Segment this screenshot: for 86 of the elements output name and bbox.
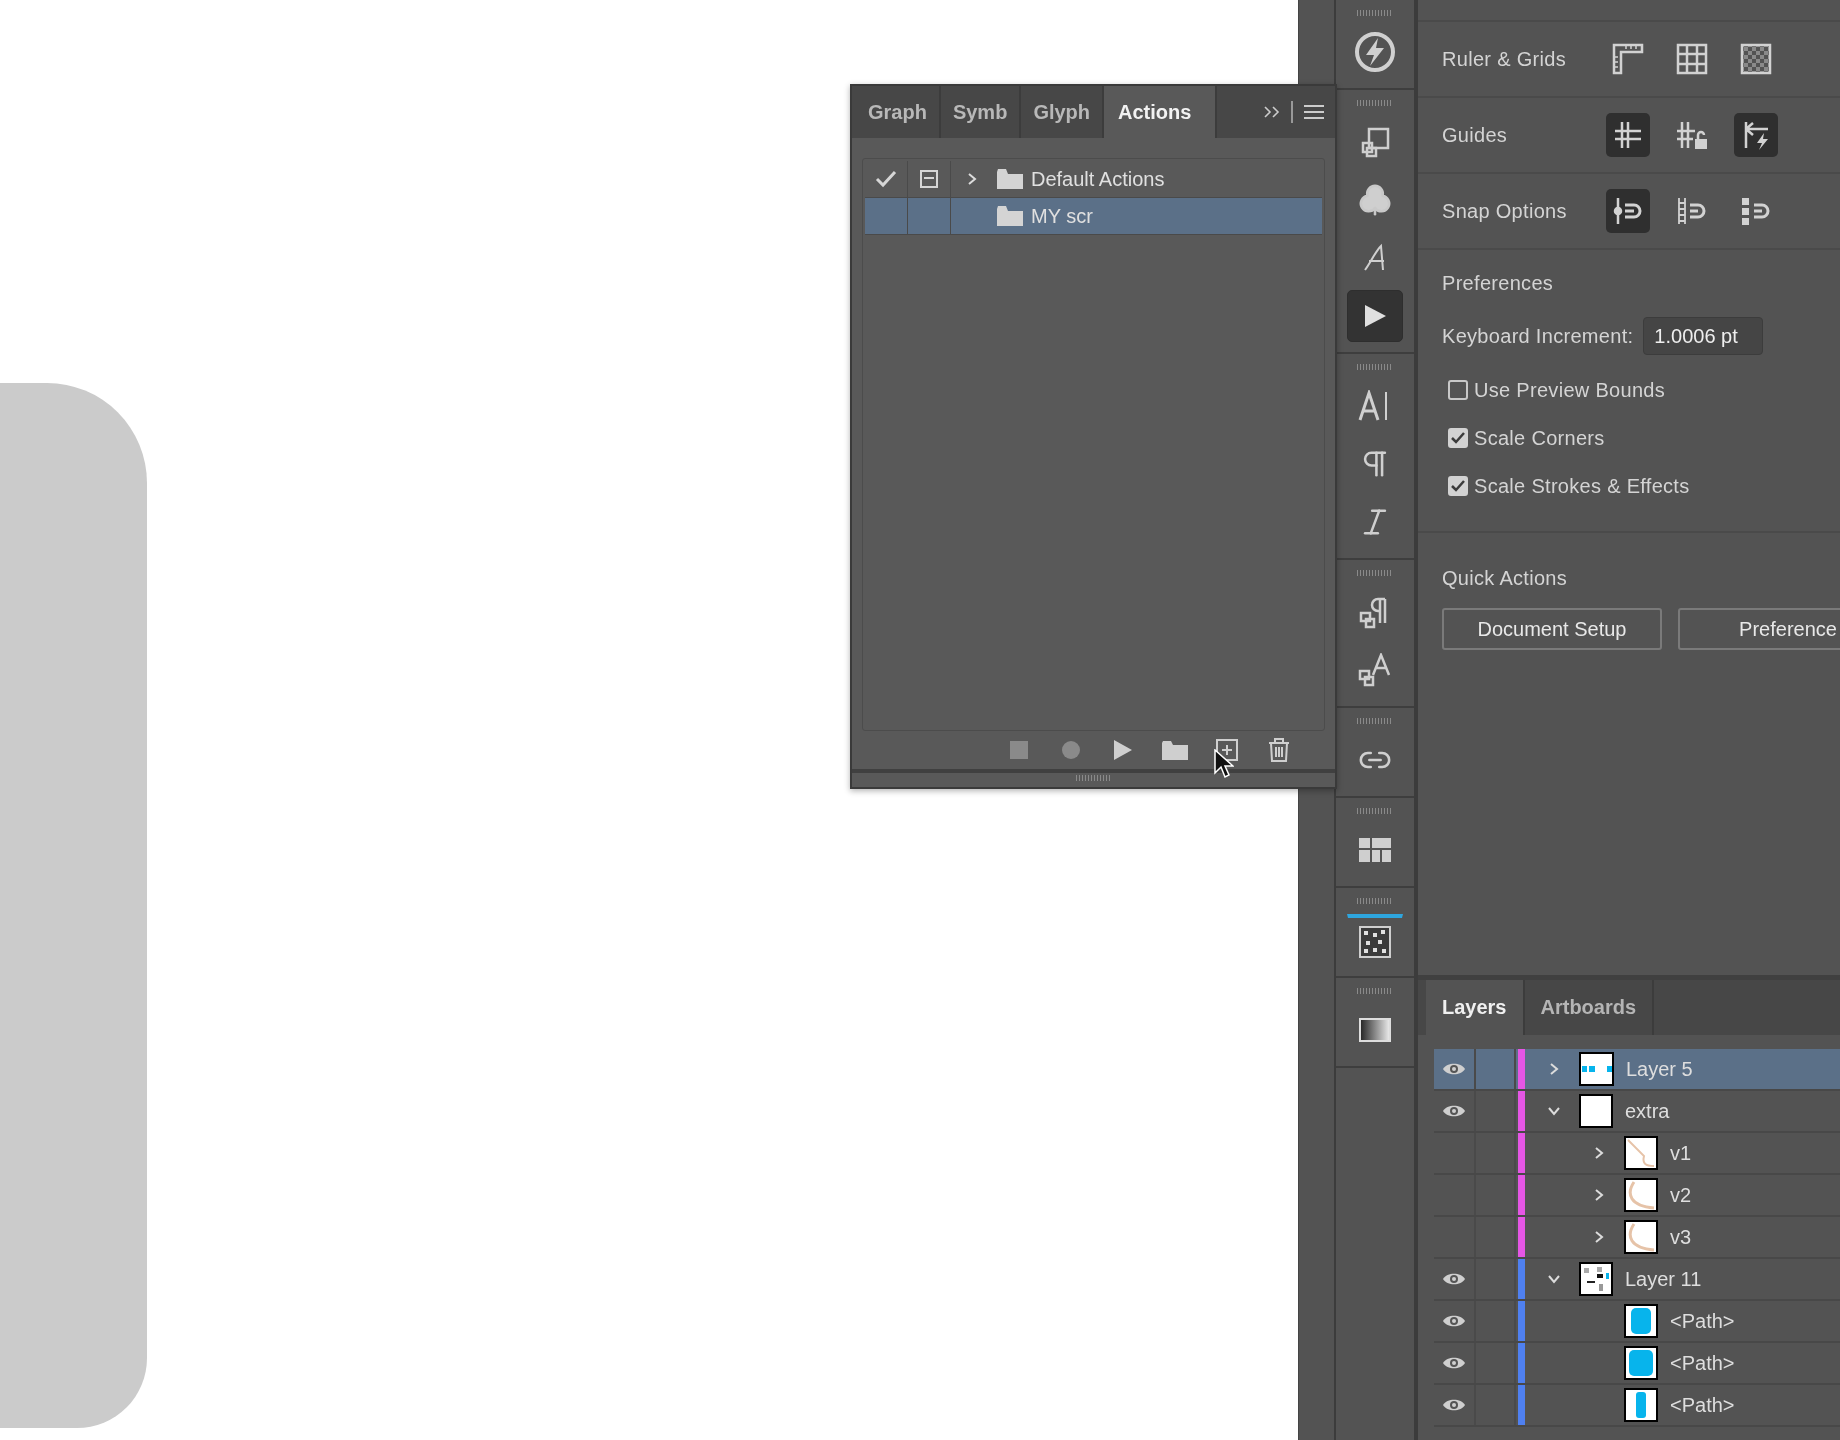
layer-name: Layer 5: [1626, 1057, 1693, 1081]
play-icon: [1113, 739, 1133, 761]
guides-lock-icon: [1675, 119, 1709, 151]
checkbox[interactable]: [1448, 476, 1468, 496]
action-set-name: MY scr: [1031, 204, 1093, 228]
dotted-square-icon: [1359, 925, 1391, 958]
magnet-grid-icon: [1676, 195, 1708, 227]
lightning-circle-icon: [1354, 31, 1396, 73]
layer-name: <Path>: [1670, 1393, 1735, 1417]
checkmark-icon[interactable]: [875, 170, 897, 188]
layer-name: <Path>: [1670, 1309, 1735, 1333]
folder-icon: [997, 206, 1023, 226]
checkbox-label: Use Preview Bounds: [1474, 378, 1666, 402]
section-label: Ruler & Grids: [1442, 47, 1567, 71]
action-row[interactable]: MY scr: [865, 198, 1322, 235]
panel-tab[interactable]: Actions: [1104, 86, 1218, 138]
ruler-icon: [1612, 43, 1644, 75]
play-icon: [1362, 303, 1388, 329]
block-grid-icon: [1359, 838, 1391, 862]
layer-row[interactable]: <Path>: [1434, 1385, 1840, 1427]
mouse-pointer-icon: [1214, 749, 1234, 779]
layer-thumbnail: [1624, 1388, 1658, 1422]
layer-name: Layer 11: [1625, 1267, 1702, 1291]
gradient-icon: [1359, 1018, 1391, 1042]
keyboard-increment-field[interactable]: 1.0006 pt: [1643, 317, 1764, 355]
field-label: Keyboard Increment:: [1442, 324, 1634, 348]
layer-name: v1: [1670, 1141, 1692, 1165]
section-label: Snap Options: [1442, 199, 1568, 223]
layer-row[interactable]: <Path>: [1434, 1301, 1840, 1343]
quick-action-button[interactable]: Document Setup: [1442, 608, 1662, 650]
layer-thumbnail: [1624, 1346, 1658, 1380]
toggle-button[interactable]: [1606, 189, 1650, 233]
layer-row[interactable]: v2: [1434, 1175, 1840, 1217]
stop-icon: [1010, 741, 1028, 759]
panel-button[interactable]: [1347, 290, 1403, 342]
resize-grip[interactable]: [1075, 775, 1112, 781]
layer-name: <Path>: [1670, 1351, 1735, 1375]
layer-row[interactable]: Layer 11: [1434, 1259, 1840, 1301]
layer-thumbnail: [1579, 1052, 1614, 1086]
layer-row[interactable]: v1: [1434, 1133, 1840, 1175]
overlapping-squares-icon: [1359, 126, 1391, 158]
layer-name: extra: [1625, 1099, 1670, 1123]
section-label: Guides: [1442, 123, 1509, 147]
eye-icon[interactable]: [1442, 1061, 1466, 1077]
dialog-toggle-icon[interactable]: [920, 170, 938, 188]
checkbox[interactable]: [1448, 380, 1468, 400]
layer-thumbnail: [1624, 1220, 1658, 1254]
layer-row[interactable]: v3: [1434, 1217, 1840, 1259]
magnet-pixel-icon: [1740, 195, 1772, 227]
toggle-button[interactable]: [1734, 113, 1778, 157]
layer-row[interactable]: Layer 5: [1434, 1049, 1840, 1091]
record-icon: [1061, 740, 1081, 760]
section-label: Preferences: [1442, 272, 1555, 295]
menu-icon[interactable]: [1303, 104, 1325, 120]
layer-thumbnail: [1624, 1178, 1658, 1212]
club-icon: [1358, 183, 1392, 217]
layer-thumbnail: [1579, 1094, 1613, 1128]
eye-icon[interactable]: [1442, 1271, 1466, 1287]
grid-icon: [1676, 43, 1708, 75]
eye-icon[interactable]: [1442, 1313, 1466, 1329]
character-styles-icon: [1357, 653, 1393, 687]
trash-icon: [1268, 738, 1290, 762]
eye-icon[interactable]: [1442, 1355, 1466, 1371]
folder-icon: [1161, 739, 1189, 761]
checkerboard-icon: [1740, 43, 1772, 75]
guides-icon: [1612, 119, 1644, 151]
layer-thumbnail: [1579, 1262, 1613, 1296]
double-chevron-icon[interactable]: [1263, 105, 1281, 119]
toggle-button[interactable]: [1606, 113, 1650, 157]
layer-name: v3: [1670, 1225, 1692, 1249]
checkbox-label: Scale Strokes & Effects: [1474, 474, 1690, 498]
folder-icon: [997, 169, 1023, 189]
eye-icon[interactable]: [1442, 1103, 1466, 1119]
section-label: Quick Actions: [1442, 567, 1569, 590]
checkbox[interactable]: [1448, 428, 1468, 448]
action-set-name: Default Actions: [1031, 167, 1165, 191]
eye-icon[interactable]: [1442, 1397, 1466, 1413]
layer-row[interactable]: extra: [1434, 1091, 1840, 1133]
layer-thumbnail: [1624, 1136, 1658, 1170]
panel-tab[interactable]: Layers: [1426, 980, 1525, 1035]
checkbox-label: Scale Corners: [1474, 426, 1605, 450]
layer-thumbnail: [1624, 1304, 1658, 1338]
layer-row[interactable]: <Path>: [1434, 1343, 1840, 1385]
layer-name: v2: [1670, 1183, 1692, 1207]
magnet-point-icon: [1612, 195, 1644, 227]
quick-action-button[interactable]: Preference: [1678, 608, 1840, 650]
